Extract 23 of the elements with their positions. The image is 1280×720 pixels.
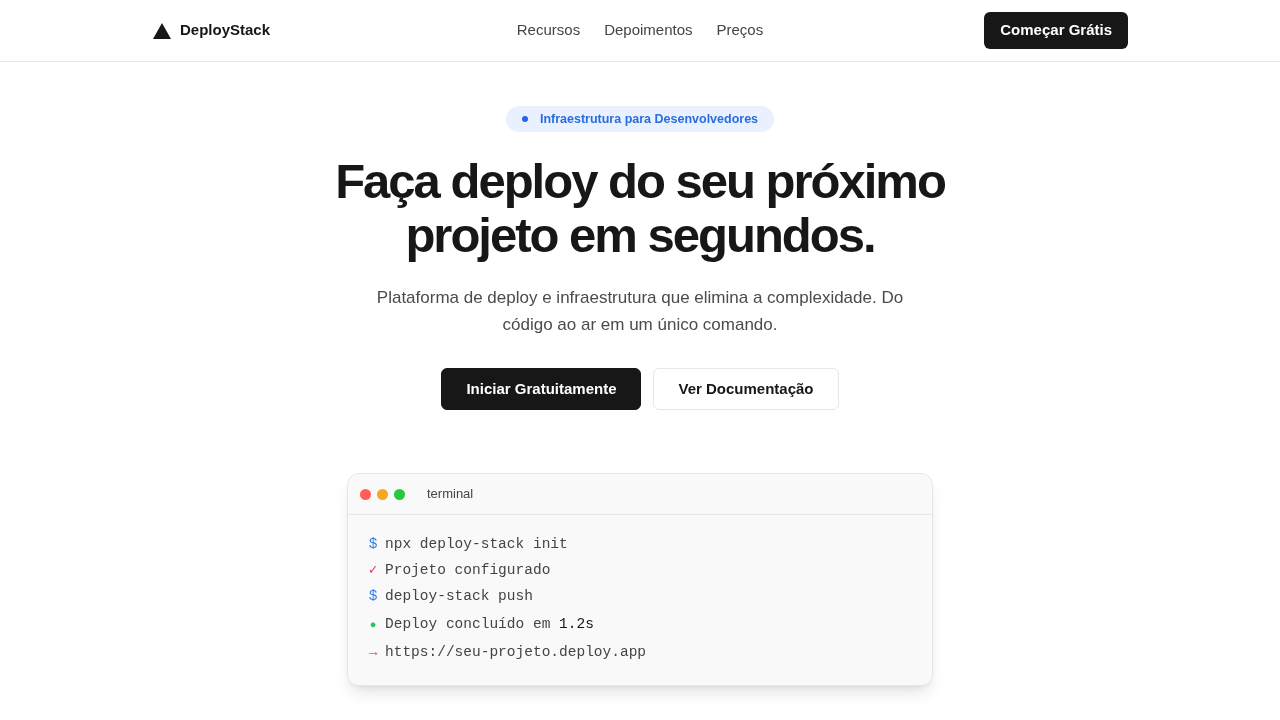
terminal-line: npx deploy-stack init: [385, 535, 568, 555]
logo-triangle-icon: [152, 21, 172, 40]
start-free-button[interactable]: Iniciar Gratuitamente: [441, 368, 642, 410]
prompt-symbol: $: [368, 587, 378, 607]
prompt-symbol: $: [368, 535, 378, 555]
start-free-button[interactable]: Começar Grátis: [984, 12, 1128, 49]
url-text: https://seu-projeto.deploy.app: [385, 643, 647, 663]
documentation-button[interactable]: Ver Documentação: [653, 368, 839, 410]
terminal-line: deploy-stack push: [385, 587, 533, 607]
status-dot-icon: ●: [368, 616, 378, 634]
brand-name: DeployStack: [180, 20, 271, 41]
bullet-icon: [521, 116, 528, 122]
nav-link[interactable]: Recursos: [516, 19, 581, 42]
headline: Faça deploy do seu próximo projeto em segundos.: [334, 154, 946, 262]
terminal-line: Projeto configurado: [385, 561, 551, 581]
subtitle: Plataforma de deploy e infraestrutura que elimina a complexidade. Do código ao ar em um único comando.: [375, 287, 905, 336]
terminal-line: Deploy concluído em 1.2s: [385, 615, 594, 635]
check-icon: ✓: [368, 560, 378, 582]
nav-link[interactable]: Depoimentos: [604, 19, 693, 42]
arrow-icon: →: [368, 642, 378, 664]
terminal-title: terminal: [427, 485, 474, 504]
badge-text: Infraestrutura para Desenvolvedores: [539, 110, 759, 128]
nav-link[interactable]: Preços: [716, 19, 764, 42]
